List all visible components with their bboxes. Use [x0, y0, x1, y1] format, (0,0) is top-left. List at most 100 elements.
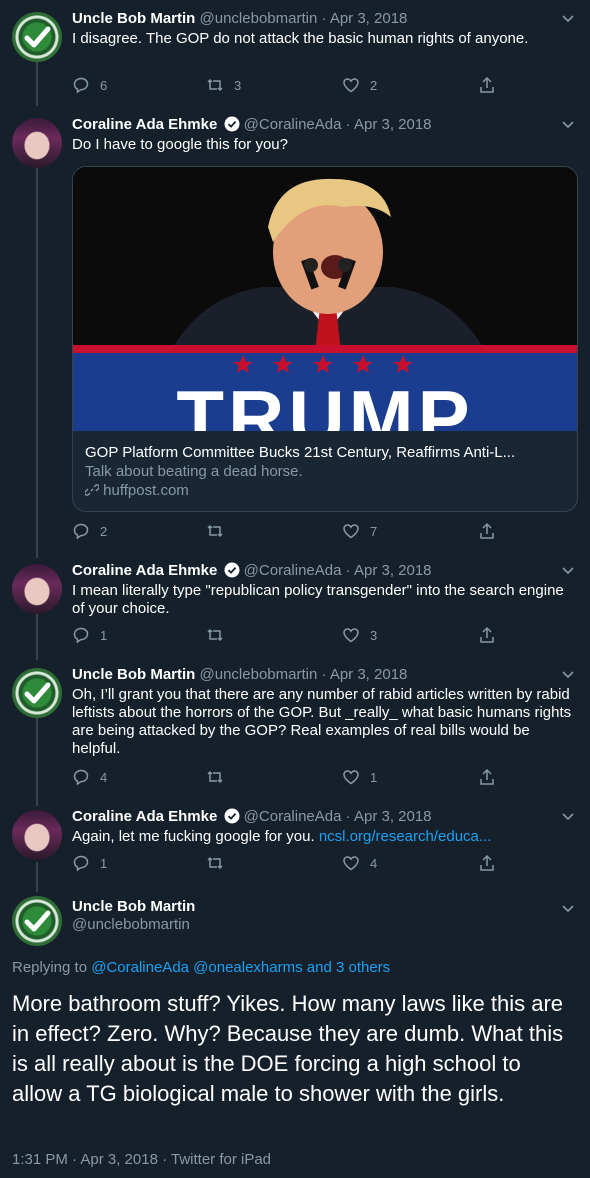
like-button[interactable]: 2: [342, 76, 377, 94]
link-icon: [84, 484, 100, 496]
reply-button[interactable]: 1: [72, 854, 107, 872]
timestamp[interactable]: Apr 3, 2018: [354, 116, 432, 133]
chevron-down-icon[interactable]: [560, 10, 576, 26]
display-name[interactable]: Uncle Bob Martin: [72, 10, 195, 27]
tweet[interactable]: Coraline Ada Ehmke @CoralineAda · Apr 3,…: [0, 808, 590, 878]
retweet-button[interactable]: [206, 522, 234, 540]
reply-button[interactable]: 2: [72, 522, 107, 540]
tweet-actions: 6 3 2: [72, 76, 502, 96]
avatar[interactable]: [12, 668, 62, 718]
tweet-text: I disagree. The GOP do not attack the ba…: [72, 30, 529, 47]
share-button[interactable]: [478, 768, 496, 786]
reply-count: 2: [100, 523, 108, 539]
link-card[interactable]: TRUMP GOP Platform Committee Bucks 21st …: [72, 166, 578, 512]
retweet-icon: [207, 78, 223, 92]
avatar[interactable]: [12, 896, 62, 946]
timestamp[interactable]: Apr 3, 2018: [330, 666, 408, 683]
replying-prefix: Replying to: [12, 959, 92, 976]
card-description: Talk about beating a dead horse.: [85, 463, 303, 480]
tweet-text: Do I have to google this for you?: [72, 136, 288, 153]
handle[interactable]: @unclebobmartin: [200, 10, 318, 27]
chevron-down-icon[interactable]: [560, 900, 576, 916]
share-icon: [480, 76, 494, 93]
avatar[interactable]: [12, 810, 62, 860]
handle[interactable]: @CoralineAda: [244, 116, 342, 133]
avatar[interactable]: [12, 118, 62, 168]
handle[interactable]: @unclebobmartin: [200, 666, 318, 683]
retweet-button[interactable]: 3: [206, 76, 241, 94]
card-title[interactable]: GOP Platform Committee Bucks 21st Centur…: [85, 444, 565, 462]
display-name[interactable]: Coraline Ada Ehmke: [72, 562, 217, 579]
main-tweet-header: Uncle Bob Martin @unclebobmartin: [72, 898, 195, 934]
tweet-header: Uncle Bob Martin @unclebobmartin · Apr 3…: [72, 666, 407, 684]
display-name[interactable]: Coraline Ada Ehmke: [72, 808, 217, 825]
tweet-header: Coraline Ada Ehmke @CoralineAda · Apr 3,…: [72, 116, 432, 134]
reply-count: 1: [100, 855, 108, 871]
verified-icon: [224, 116, 239, 132]
share-button[interactable]: [478, 76, 496, 94]
chevron-down-icon[interactable]: [560, 808, 576, 824]
reply-button[interactable]: 4: [72, 768, 107, 786]
avatar[interactable]: [12, 12, 62, 62]
like-count: 4: [370, 855, 378, 871]
banner-text: TRUMP: [176, 374, 473, 431]
like-icon: [343, 524, 359, 539]
like-count: 1: [370, 769, 378, 785]
separator: ·: [321, 666, 327, 683]
separator: ·: [345, 808, 351, 825]
retweet-button[interactable]: [206, 626, 234, 644]
share-icon: [480, 768, 494, 785]
avatar[interactable]: [12, 564, 62, 614]
like-count: 2: [370, 77, 378, 93]
handle[interactable]: @CoralineAda: [244, 808, 342, 825]
reply-icon: [73, 77, 89, 94]
chevron-down-icon[interactable]: [560, 116, 576, 132]
display-name[interactable]: Uncle Bob Martin: [72, 666, 195, 683]
tweet-header: Coraline Ada Ehmke @CoralineAda · Apr 3,…: [72, 808, 432, 826]
verified-icon: [224, 808, 239, 824]
reply-icon: [73, 523, 89, 540]
tweet-text-body: Again, let me fucking google for you.: [72, 828, 319, 845]
retweet-button[interactable]: [206, 768, 234, 786]
share-button[interactable]: [478, 626, 496, 644]
main-tweet-meta: 1:31 PM · Apr 3, 2018 · Twitter for iPad: [12, 1151, 272, 1168]
like-icon: [343, 770, 359, 785]
share-button[interactable]: [478, 854, 496, 872]
reply-button[interactable]: 6: [72, 76, 107, 94]
card-source: huffpost.com: [84, 482, 189, 500]
retweet-button[interactable]: [206, 854, 234, 872]
chevron-down-icon[interactable]: [560, 562, 576, 578]
timestamp[interactable]: Apr 3, 2018: [330, 10, 408, 27]
tweet[interactable]: Uncle Bob Martin @unclebobmartin · Apr 3…: [0, 10, 590, 100]
tweet-header: Coraline Ada Ehmke @CoralineAda · Apr 3,…: [72, 562, 432, 580]
like-button[interactable]: 7: [342, 522, 377, 540]
handle[interactable]: @unclebobmartin: [72, 916, 195, 934]
retweet-count: 3: [234, 77, 242, 93]
tweet-text: Oh, I’ll grant you that there are any nu…: [72, 686, 572, 757]
retweet-icon: [207, 856, 223, 870]
chevron-down-icon[interactable]: [560, 666, 576, 682]
tweet[interactable]: Uncle Bob Martin @unclebobmartin · Apr 3…: [0, 666, 590, 796]
like-button[interactable]: 4: [342, 854, 377, 872]
share-button[interactable]: [478, 522, 496, 540]
like-button[interactable]: 3: [342, 626, 377, 644]
share-icon: [480, 522, 494, 539]
card-image: TRUMP: [73, 167, 577, 462]
timestamp[interactable]: Apr 3, 2018: [354, 562, 432, 579]
display-name[interactable]: Coraline Ada Ehmke: [72, 116, 217, 133]
replying-to: Replying to @CoralineAda @onealexharms a…: [12, 959, 390, 976]
replying-users[interactable]: @CoralineAda @onealexharms and 3 others: [91, 959, 390, 976]
separator: ·: [345, 116, 351, 133]
like-button[interactable]: 1: [342, 768, 377, 786]
reply-count: 4: [100, 769, 108, 785]
handle[interactable]: @CoralineAda: [244, 562, 342, 579]
reply-icon: [73, 627, 89, 644]
tweet-actions: 4 1: [72, 768, 502, 788]
tweet-link[interactable]: ncsl.org/research/educa...: [319, 828, 492, 845]
reply-button[interactable]: 1: [72, 626, 107, 644]
display-name[interactable]: Uncle Bob Martin: [72, 898, 195, 916]
tweet-actions: 2 7: [72, 522, 502, 542]
tweet[interactable]: Coraline Ada Ehmke @CoralineAda · Apr 3,…: [0, 562, 590, 652]
share-icon: [480, 854, 494, 871]
timestamp[interactable]: Apr 3, 2018: [354, 808, 432, 825]
